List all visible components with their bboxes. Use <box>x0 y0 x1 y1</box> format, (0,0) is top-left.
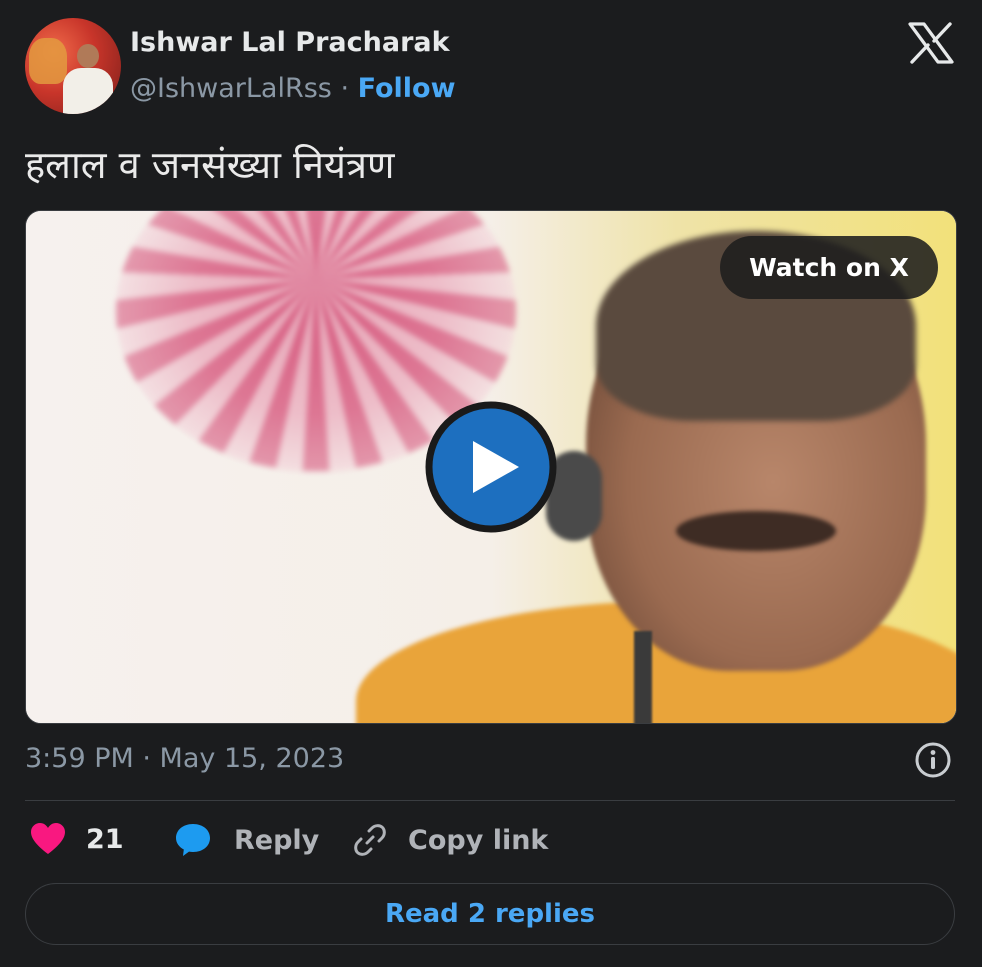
follow-button[interactable]: Follow <box>358 73 456 104</box>
avatar-figure-body <box>63 68 113 114</box>
avatar[interactable] <box>25 18 121 114</box>
play-icon[interactable] <box>425 401 557 533</box>
link-icon <box>354 824 386 856</box>
video-mustache <box>676 511 836 551</box>
reply-label: Reply <box>234 824 320 856</box>
separator-dot: · <box>340 73 350 104</box>
like-count: 21 <box>86 823 124 855</box>
speech-bubble-icon <box>176 824 210 856</box>
copy-link-label: Copy link <box>408 824 549 856</box>
info-icon[interactable] <box>914 741 952 779</box>
like-button[interactable]: 21 <box>30 822 124 856</box>
x-logo-icon[interactable] <box>908 22 954 64</box>
read-replies-button[interactable]: Read 2 replies <box>25 883 955 945</box>
avatar-lion-graphic <box>29 38 67 84</box>
tweet-text: हलाल व जनसंख्या नियंत्रण <box>25 143 395 187</box>
author-handle-row: @IshwarLalRss · Follow <box>130 73 456 104</box>
copy-link-button[interactable]: Copy link <box>352 822 548 858</box>
author-handle[interactable]: @IshwarLalRss <box>130 73 332 104</box>
avatar-figure-head <box>77 44 99 68</box>
reply-button[interactable]: Reply <box>174 822 319 858</box>
heart-icon <box>31 823 65 854</box>
divider <box>25 800 955 801</box>
watch-on-x-button[interactable]: Watch on X <box>720 236 938 299</box>
tweet-timestamp[interactable]: 3:59 PM · May 15, 2023 <box>25 743 344 774</box>
author-name[interactable]: Ishwar Lal Pracharak <box>130 27 450 58</box>
video-microphone-stand <box>634 631 652 723</box>
